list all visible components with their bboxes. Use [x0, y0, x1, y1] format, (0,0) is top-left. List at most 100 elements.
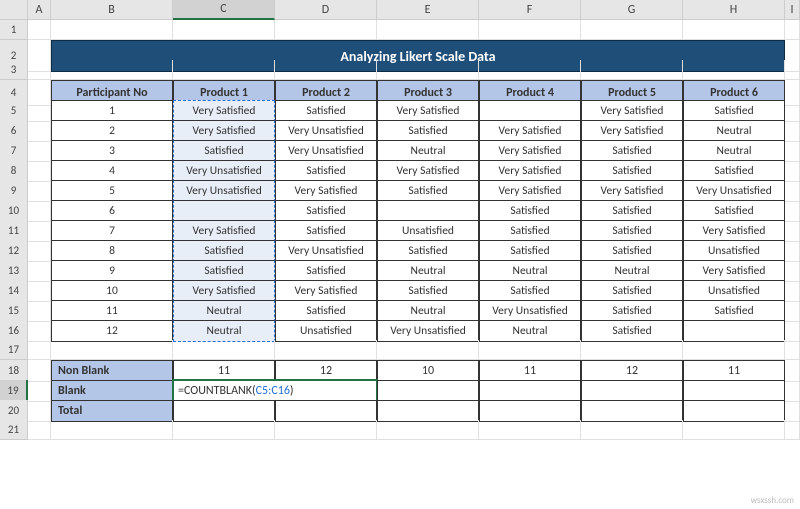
data-p6-row6[interactable]: Satisfied [683, 200, 785, 222]
row-header-20[interactable]: 20 [0, 400, 28, 422]
blank-p5[interactable] [581, 380, 683, 402]
data-p1-row10[interactable]: Very Satisfied [173, 280, 275, 302]
row-header-9[interactable]: 9 [0, 180, 28, 202]
data-p1-row2[interactable]: Very Satisfied [173, 120, 275, 142]
cell-empty[interactable] [275, 420, 377, 440]
data-p6-row1[interactable]: Satisfied [683, 100, 785, 122]
participant-no[interactable]: 7 [51, 220, 173, 242]
col-header-G[interactable]: G [581, 0, 683, 20]
data-p1-row1[interactable]: Very Satisfied [173, 100, 275, 122]
data-p2-row3[interactable]: Very Unsatisfied [275, 140, 377, 162]
cell-empty[interactable] [173, 340, 275, 360]
data-p2-row7[interactable]: Satisfied [275, 220, 377, 242]
data-p5-row9[interactable]: Neutral [581, 260, 683, 282]
cell-A10[interactable] [28, 200, 51, 222]
data-p3-row10[interactable]: Satisfied [377, 280, 479, 302]
cell-empty[interactable] [51, 340, 173, 360]
data-p3-row12[interactable]: Very Unsatisfied [377, 320, 479, 342]
col-header-H[interactable]: H [683, 0, 785, 20]
total-p3[interactable] [377, 400, 479, 422]
cell-A5[interactable] [28, 100, 51, 122]
cell-empty[interactable] [479, 20, 581, 40]
row-header-16[interactable]: 16 [0, 320, 28, 342]
col-header-A[interactable]: A [28, 0, 51, 20]
cell-empty[interactable] [479, 340, 581, 360]
cell-A7[interactable] [28, 140, 51, 162]
cell-empty[interactable] [377, 60, 479, 80]
cell-empty[interactable] [173, 20, 275, 40]
cell-I6[interactable] [785, 120, 800, 142]
data-p3-row7[interactable]: Unsatisfied [377, 220, 479, 242]
data-p1-row5[interactable]: Very Unsatisfied [173, 180, 275, 202]
participant-no[interactable]: 11 [51, 300, 173, 322]
participant-no[interactable]: 1 [51, 100, 173, 122]
row-header-15[interactable]: 15 [0, 300, 28, 322]
data-p4-row10[interactable]: Satisfied [479, 280, 581, 302]
cell-empty[interactable] [51, 420, 173, 440]
cell-empty[interactable] [785, 420, 800, 440]
cell-empty[interactable] [28, 420, 51, 440]
col-header-B[interactable]: B [51, 0, 173, 20]
cell-empty[interactable] [683, 20, 785, 40]
data-p4-row4[interactable]: Very Satisfied [479, 160, 581, 182]
data-p3-row8[interactable]: Satisfied [377, 240, 479, 262]
data-p1-row9[interactable]: Satisfied [173, 260, 275, 282]
data-p3-row4[interactable]: Very Satisfied [377, 160, 479, 182]
cell-empty[interactable] [275, 20, 377, 40]
data-p4-row2[interactable]: Very Satisfied [479, 120, 581, 142]
row-header-10[interactable]: 10 [0, 200, 28, 222]
data-p1-row12[interactable]: Neutral [173, 320, 275, 342]
nonblank-p4[interactable]: 11 [479, 360, 581, 382]
row-header-7[interactable]: 7 [0, 140, 28, 162]
data-p3-row5[interactable]: Satisfied [377, 180, 479, 202]
cell-I5[interactable] [785, 100, 800, 122]
row-header-18[interactable]: 18 [0, 360, 28, 382]
cell-empty[interactable] [275, 340, 377, 360]
total-p2[interactable] [275, 400, 377, 422]
select-all-corner[interactable] [0, 0, 28, 20]
nonblank-p1[interactable]: 11 [173, 360, 275, 382]
data-p2-row9[interactable]: Satisfied [275, 260, 377, 282]
data-p3-row1[interactable]: Very Satisfied [377, 100, 479, 122]
data-p4-row1[interactable] [479, 100, 581, 122]
data-p4-row8[interactable]: Satisfied [479, 240, 581, 262]
cell-I18[interactable] [785, 360, 800, 382]
row-header-21[interactable]: 21 [0, 420, 28, 440]
nonblank-p6[interactable]: 11 [683, 360, 785, 382]
data-p5-row3[interactable]: Satisfied [581, 140, 683, 162]
data-p3-row2[interactable]: Satisfied [377, 120, 479, 142]
data-p4-row11[interactable]: Very Unsatisfied [479, 300, 581, 322]
row-header-13[interactable]: 13 [0, 260, 28, 282]
participant-no[interactable]: 8 [51, 240, 173, 262]
data-p1-row4[interactable]: Very Unsatisfied [173, 160, 275, 182]
data-p6-row9[interactable]: Very Satisfied [683, 260, 785, 282]
col-header-F[interactable]: F [479, 0, 581, 20]
cell-A14[interactable] [28, 280, 51, 302]
row-header-11[interactable]: 11 [0, 220, 28, 242]
nonblank-p2[interactable]: 12 [275, 360, 377, 382]
data-p2-row6[interactable]: Satisfied [275, 200, 377, 222]
total-p4[interactable] [479, 400, 581, 422]
cell-I7[interactable] [785, 140, 800, 162]
cell-A20[interactable] [28, 400, 51, 422]
data-p5-row11[interactable]: Satisfied [581, 300, 683, 322]
cell-empty[interactable] [275, 60, 377, 80]
cell-empty[interactable] [581, 340, 683, 360]
blank-p4[interactable] [479, 380, 581, 402]
data-p5-row12[interactable]: Satisfied [581, 320, 683, 342]
cell-empty[interactable] [51, 20, 173, 40]
data-p5-row7[interactable]: Satisfied [581, 220, 683, 242]
cell-empty[interactable] [785, 340, 800, 360]
total-p6[interactable] [683, 400, 785, 422]
cell-empty[interactable] [785, 20, 800, 40]
cell-A6[interactable] [28, 120, 51, 142]
cell-empty[interactable] [683, 420, 785, 440]
cell-I14[interactable] [785, 280, 800, 302]
data-p2-row2[interactable]: Very Unsatisfied [275, 120, 377, 142]
participant-no[interactable]: 9 [51, 260, 173, 282]
data-p2-row4[interactable]: Satisfied [275, 160, 377, 182]
row-header-14[interactable]: 14 [0, 280, 28, 302]
cell-I10[interactable] [785, 200, 800, 222]
data-p2-row8[interactable]: Very Unsatisfied [275, 240, 377, 262]
data-p2-row5[interactable]: Very Satisfied [275, 180, 377, 202]
